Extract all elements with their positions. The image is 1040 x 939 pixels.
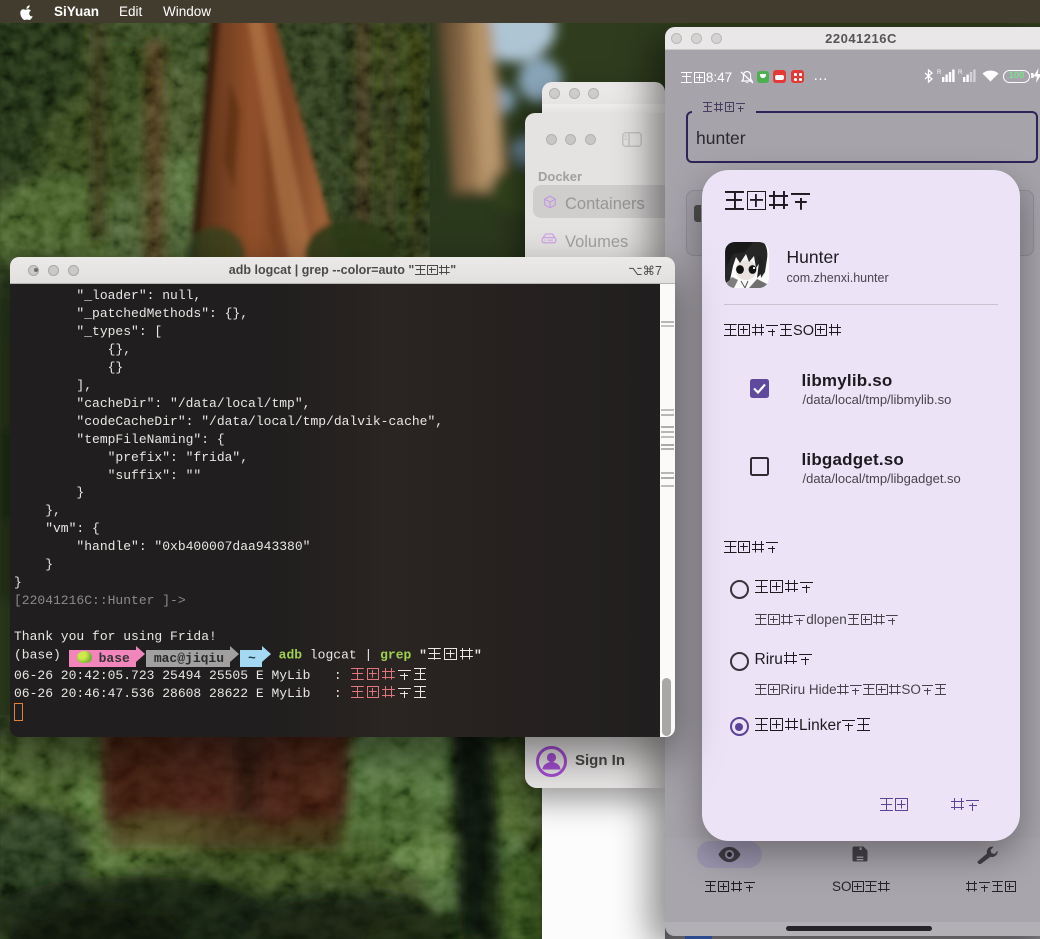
svg-text:R: R [937,70,942,76]
svg-text:R: R [958,70,963,76]
